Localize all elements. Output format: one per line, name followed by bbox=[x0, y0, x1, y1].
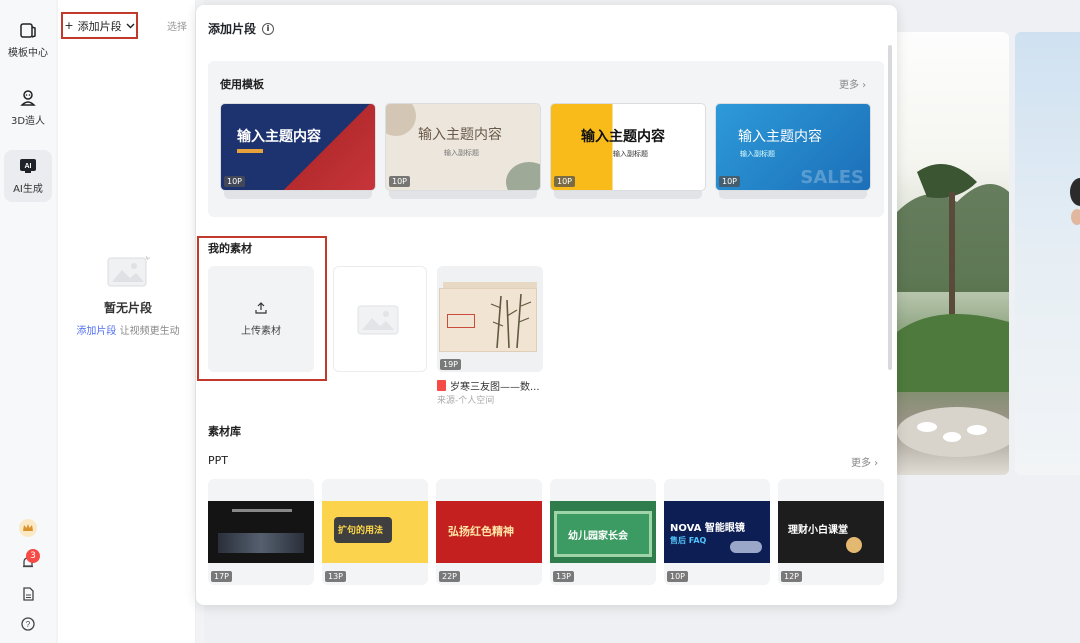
ppt-subtitle: 售后 FAQ bbox=[670, 536, 707, 545]
nav-label: AI生成 bbox=[13, 184, 43, 195]
template-section: 使用模板 更多 › 输入主题内容 10P 输入主题内容 输入副标题 10P 输入… bbox=[208, 61, 884, 217]
ppt-card[interactable]: 扩句的用法 13P bbox=[322, 479, 428, 585]
nav-3d-avatar[interactable]: 3D造人 bbox=[4, 82, 52, 134]
ppt-card[interactable]: 17P bbox=[208, 479, 314, 585]
image-placeholder-icon bbox=[357, 305, 399, 335]
template-subtitle: 输入副标题 bbox=[740, 150, 775, 158]
page-count: 12P bbox=[781, 571, 803, 582]
page-count: 10P bbox=[224, 176, 246, 187]
empty-title: 暂无片段 bbox=[103, 301, 152, 315]
scene-preview-sky[interactable] bbox=[1015, 32, 1080, 475]
notification-badge: 3 bbox=[26, 549, 40, 563]
nav-ai-generate[interactable]: AI AI生成 bbox=[4, 150, 52, 202]
page-count: 13P bbox=[325, 571, 347, 582]
ppt-title: 理财小白课堂 bbox=[788, 525, 848, 536]
template-icon bbox=[19, 21, 37, 39]
empty-segments: 暂无片段 添加片段 让视频更生动 bbox=[60, 254, 196, 337]
template-subtitle: 输入副标题 bbox=[444, 149, 479, 157]
page-count: 10P bbox=[719, 176, 741, 187]
material-name-text: 岁寒三友图——数... bbox=[450, 382, 540, 393]
plus-icon: + bbox=[64, 19, 74, 32]
upload-material-button[interactable]: 上传素材 bbox=[208, 266, 314, 372]
material-placeholder[interactable] bbox=[333, 266, 427, 372]
help-icon[interactable]: ? bbox=[0, 617, 56, 631]
template-card[interactable]: 输入主题内容 输入副标题 10P bbox=[550, 103, 706, 199]
upload-label: 上传素材 bbox=[241, 325, 281, 337]
ppt-title: 幼儿园家长会 bbox=[568, 531, 628, 542]
template-title: 输入主题内容 bbox=[237, 129, 321, 145]
nav-template-center[interactable]: 模板中心 bbox=[4, 14, 52, 66]
modal-title: 添加片段 i bbox=[208, 20, 275, 37]
library-category[interactable]: PPT bbox=[208, 454, 228, 467]
add-segment-button[interactable]: + 添加片段 bbox=[61, 12, 138, 39]
add-segment-modal: 添加片段 i 使用模板 更多 › 输入主题内容 10P 输入主题内容 输入副标题… bbox=[196, 5, 897, 605]
avatar-3d-icon bbox=[19, 89, 37, 107]
ppt-title: 弘扬红色精神 bbox=[448, 525, 514, 538]
page-count: 17P bbox=[211, 571, 233, 582]
page-count: 10P bbox=[389, 176, 411, 187]
select-button[interactable]: 选择 bbox=[167, 18, 187, 33]
template-title: 输入主题内容 bbox=[418, 127, 502, 143]
empty-hint-text: 让视频更生动 bbox=[119, 326, 180, 337]
ppt-card[interactable]: 幼儿园家长会 13P bbox=[550, 479, 656, 585]
info-icon[interactable]: i bbox=[262, 22, 275, 35]
nav-label: 3D造人 bbox=[10, 116, 46, 127]
add-segment-label: 添加片段 bbox=[77, 19, 122, 33]
template-card[interactable]: 输入主题内容 输入副标题 10P bbox=[385, 103, 541, 199]
left-sidebar: 模板中心 3D造人 AI AI生成 3 ? bbox=[0, 0, 56, 643]
page-count: 19P bbox=[440, 359, 462, 370]
pdf-icon bbox=[437, 380, 446, 391]
modal-scrollbar[interactable] bbox=[888, 45, 892, 370]
svg-text:?: ? bbox=[26, 620, 31, 629]
page-count: 22P bbox=[439, 571, 461, 582]
ai-icon: AI bbox=[19, 157, 37, 175]
template-title: 输入主题内容 bbox=[738, 129, 822, 145]
template-watermark: SALES bbox=[800, 167, 864, 188]
modal-title-text: 添加片段 bbox=[208, 22, 257, 36]
material-card[interactable]: 19P bbox=[437, 266, 543, 372]
ppt-card[interactable]: 理财小白课堂 12P bbox=[778, 479, 884, 585]
template-subtitle: 输入副标题 bbox=[613, 150, 648, 158]
material-name[interactable]: 岁寒三友图——数... bbox=[437, 378, 540, 393]
chevron-down-icon bbox=[126, 23, 135, 29]
library-title: 素材库 bbox=[208, 425, 241, 438]
template-title: 输入主题内容 bbox=[581, 129, 665, 145]
library-more-link[interactable]: 更多 › bbox=[851, 454, 878, 469]
ppt-card[interactable]: 弘扬红色精神 22P bbox=[436, 479, 542, 585]
template-section-title: 使用模板 bbox=[220, 78, 264, 91]
page-count: 10P bbox=[667, 571, 689, 582]
page-count: 13P bbox=[553, 571, 575, 582]
ai-badge-text: AI bbox=[25, 163, 32, 170]
empty-image-icon bbox=[107, 255, 150, 287]
ppt-title: 扩句的用法 bbox=[338, 526, 384, 536]
ppt-card[interactable]: NOVA 智能眼镜 售后 FAQ 10P bbox=[664, 479, 770, 585]
upload-icon bbox=[255, 301, 267, 314]
template-card[interactable]: 输入主题内容 10P bbox=[220, 103, 376, 199]
material-source: 来源-个人空间 bbox=[437, 396, 495, 406]
template-more-link[interactable]: 更多 › bbox=[839, 76, 866, 91]
ppt-title: NOVA 智能眼镜 bbox=[670, 523, 745, 534]
document-icon[interactable] bbox=[0, 587, 56, 601]
empty-add-link[interactable]: 添加片段 bbox=[76, 326, 116, 337]
template-card[interactable]: 输入主题内容 输入副标题 SALES 10P bbox=[715, 103, 871, 199]
scene-preview-zen-garden[interactable] bbox=[897, 32, 1009, 475]
nav-label: 模板中心 bbox=[8, 48, 48, 59]
empty-hint: 添加片段 让视频更生动 bbox=[60, 322, 196, 337]
page-count: 10P bbox=[554, 176, 576, 187]
crown-icon[interactable] bbox=[0, 518, 56, 538]
